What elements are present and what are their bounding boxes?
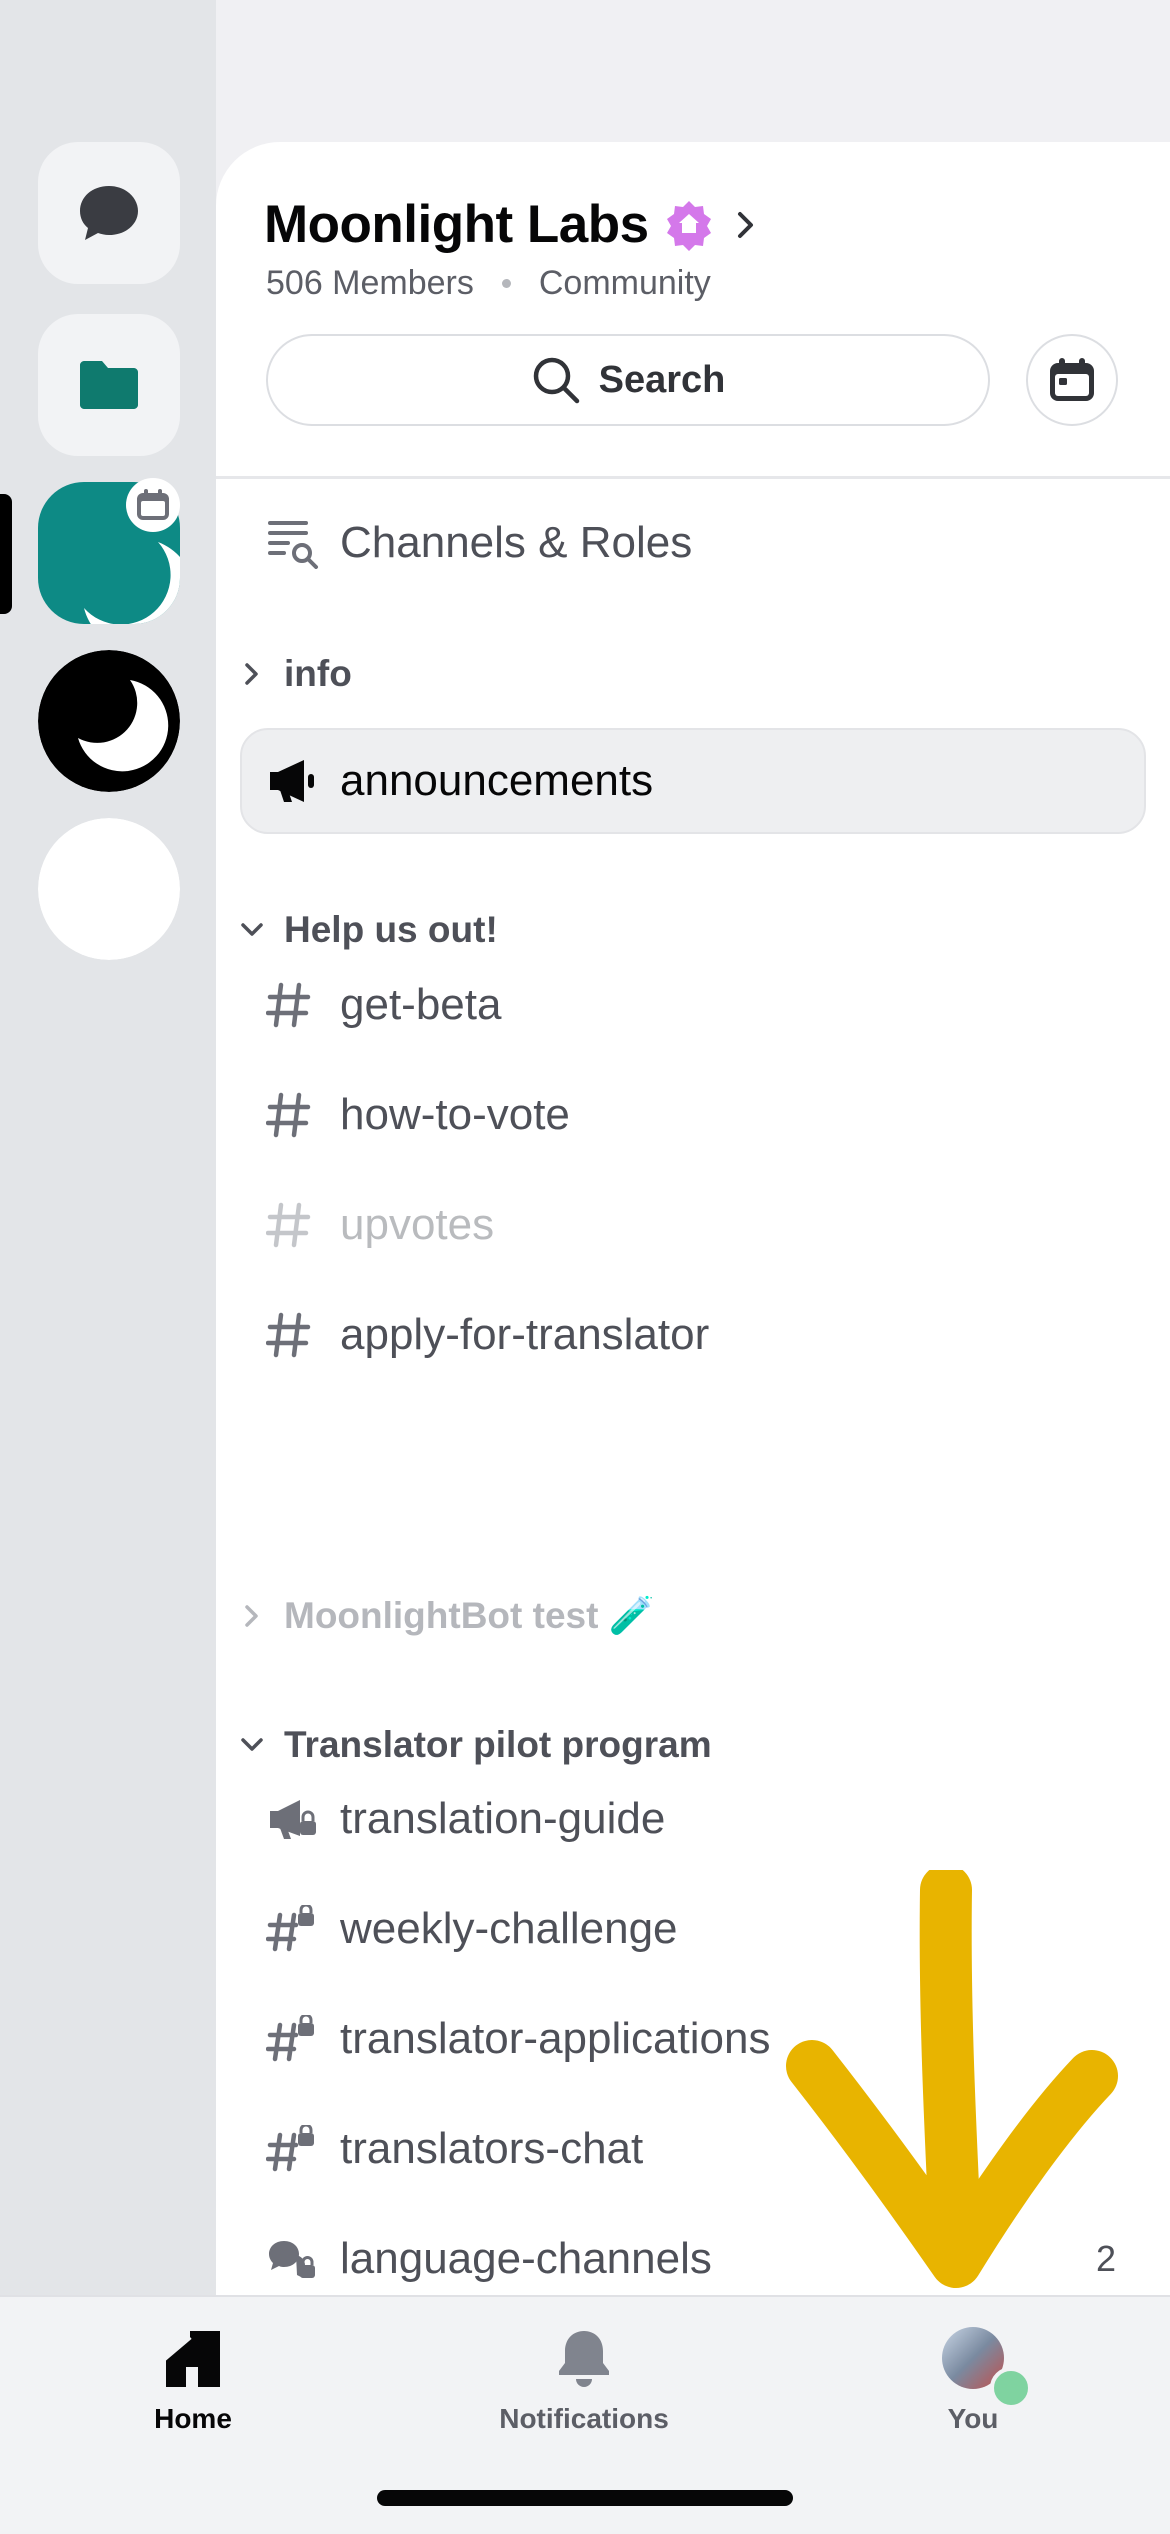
header-divider [216, 476, 1170, 479]
search-label: Search [598, 358, 726, 401]
moon-logo-icon [38, 650, 180, 792]
channel-name: weekly-challenge [340, 1904, 678, 1953]
calendar-icon [137, 489, 169, 520]
search-button[interactable]: Search [266, 334, 990, 426]
forum-locked-icon [266, 2235, 322, 2283]
nav-notifications-label: Notifications [499, 2403, 669, 2434]
folder-icon [80, 361, 138, 409]
bell-icon [559, 2331, 609, 2387]
category-label: Translator pilot program [284, 1724, 712, 1765]
chat-bubble-icon [80, 186, 138, 240]
channel-name: upvotes [340, 1200, 495, 1249]
avatar [942, 2327, 1032, 2409]
channel-name: how-to-vote [340, 1090, 570, 1139]
channel-language-channels[interactable]: language-channels [266, 2214, 712, 2295]
guild-meta: 506 Members Community [266, 264, 711, 303]
channels-and-roles-label: Channels & Roles [340, 518, 693, 567]
online-status-badge [990, 2367, 1032, 2409]
channel-name: announcements [340, 756, 654, 805]
hashtag-icon [266, 981, 322, 1029]
guild-name: Moonlight Labs [264, 195, 649, 254]
event-badge [126, 478, 180, 532]
search-icon [533, 357, 579, 404]
nav-notifications[interactable]: Notifications [464, 2327, 704, 2435]
guild-header[interactable]: Moonlight Labs [264, 194, 761, 255]
category-help-us-out[interactable]: Help us out! [234, 895, 498, 965]
hashtag-locked-icon [266, 2015, 322, 2063]
hashtag-icon [266, 1201, 322, 1249]
channel-name: apply-for-translator [340, 1310, 710, 1359]
announcement-locked-icon [266, 1795, 322, 1843]
server-dark-moon[interactable] [38, 650, 180, 792]
guild-type: Community [538, 264, 711, 302]
chevron-right-icon [234, 660, 270, 688]
home-indicator [377, 2490, 793, 2506]
server-light-moon[interactable] [38, 818, 180, 960]
channel-apply-for-translator[interactable]: apply-for-translator [266, 1290, 709, 1380]
annotation-arrow [786, 1870, 1118, 2288]
category-info[interactable]: info [234, 639, 352, 709]
channel-name: language-channels [340, 2234, 712, 2283]
nav-you-label: You [947, 2403, 999, 2434]
channel-name: translator-applications [340, 2014, 771, 2063]
announcement-icon [266, 758, 322, 804]
hashtag-locked-icon [266, 2125, 322, 2173]
channel-announcements[interactable]: announcements [266, 736, 653, 826]
moon-logo-icon [38, 818, 180, 960]
home-icon [162, 2331, 220, 2387]
boost-badge-icon [666, 200, 711, 251]
category-label: Help us out! [284, 909, 498, 950]
nav-home[interactable]: Home [73, 2327, 313, 2435]
nav-you[interactable]: You [853, 2327, 1093, 2435]
category-moonlightbot-test[interactable]: MoonlightBot test 🧪 [234, 1581, 655, 1651]
chevron-right-icon [737, 211, 753, 238]
hashtag-icon [266, 1091, 322, 1139]
channels-and-roles-button[interactable]: Channels & Roles [266, 498, 692, 588]
server-rail [0, 0, 216, 2295]
events-button[interactable] [1026, 334, 1118, 426]
channel-name: translation-guide [340, 1794, 666, 1843]
hashtag-icon [266, 1311, 322, 1359]
channel-name: get-beta [340, 980, 502, 1029]
chevron-down-icon [234, 918, 270, 942]
member-count: 506 Members [266, 264, 474, 302]
channel-browse-icon [266, 517, 322, 569]
category-label: MoonlightBot test 🧪 [284, 1594, 655, 1636]
folder-button[interactable] [38, 314, 180, 456]
channel-upvotes[interactable]: upvotes [266, 1180, 494, 1270]
selected-server-indicator [0, 494, 12, 614]
nav-home-label: Home [154, 2403, 232, 2434]
channel-translation-guide[interactable]: translation-guide [266, 1774, 665, 1864]
chevron-right-icon [234, 1602, 270, 1630]
chevron-down-icon [234, 1733, 270, 1757]
channel-how-to-vote[interactable]: how-to-vote [266, 1070, 570, 1160]
direct-messages-button[interactable] [38, 142, 180, 284]
category-translator-pilot-program[interactable]: Translator pilot program [234, 1710, 712, 1780]
calendar-icon [1050, 358, 1094, 401]
hashtag-locked-icon [266, 1905, 322, 1953]
channel-translator-applications[interactable]: translator-applications [266, 1994, 770, 2084]
channel-weekly-challenge[interactable]: weekly-challenge [266, 1884, 678, 1974]
category-label: info [284, 653, 352, 694]
meta-separator [501, 279, 511, 288]
channel-translators-chat[interactable]: translators-chat [266, 2104, 643, 2194]
channel-name: translators-chat [340, 2124, 644, 2173]
channel-get-beta[interactable]: get-beta [266, 960, 501, 1050]
